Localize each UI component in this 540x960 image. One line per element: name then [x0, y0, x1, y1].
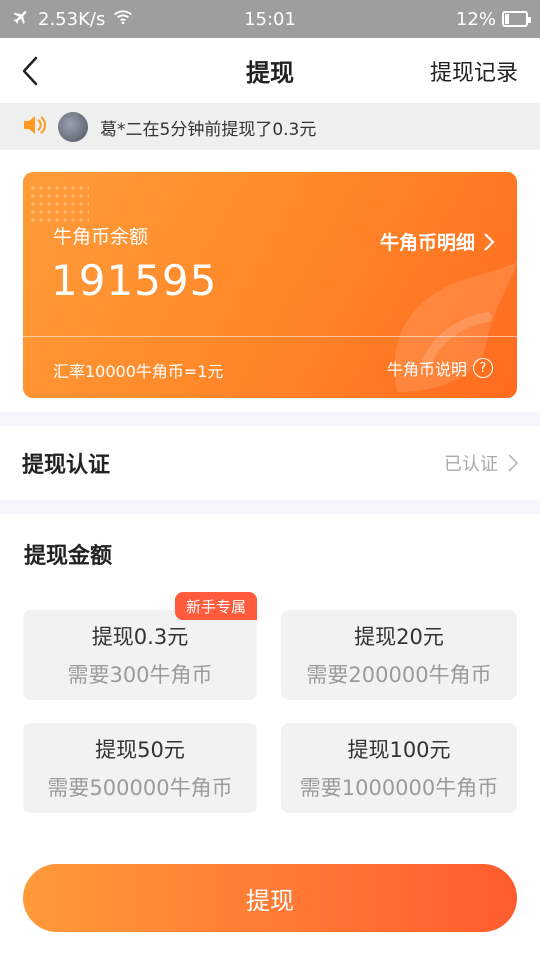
option-cost: 需要200000牛角币	[306, 663, 492, 687]
newbie-badge: 新手专属	[174, 592, 257, 620]
chevron-left-icon	[22, 56, 38, 85]
withdraw-submit-button[interactable]: 提现	[23, 864, 517, 932]
speaker-icon	[22, 114, 46, 141]
avatar	[58, 112, 88, 142]
coin-detail-label: 牛角币明细	[379, 232, 475, 254]
status-bar: 2.53K/s 15:01 12%	[0, 0, 540, 38]
airplane-icon	[12, 8, 30, 31]
amount-option-50[interactable]: 提现50元 需要500000牛角币	[23, 723, 257, 813]
amount-option-20[interactable]: 提现20元 需要200000牛角币	[281, 610, 517, 700]
battery-level: 12%	[455, 8, 496, 30]
back-button[interactable]	[0, 38, 60, 104]
withdraw-record-link[interactable]: 提现记录	[430, 55, 518, 87]
amount-options: 新手专属 提现0.3元 需要300牛角币 提现20元 需要200000牛角币 提…	[0, 592, 540, 813]
battery-icon	[502, 11, 531, 27]
coin-explain-label: 牛角币说明	[386, 360, 467, 379]
amount-title: 提现金额	[24, 544, 113, 569]
amount-option-0-3[interactable]: 新手专属 提现0.3元 需要300牛角币	[23, 592, 257, 700]
verify-label: 提现认证	[22, 453, 111, 478]
option-cost: 需要1000000牛角币	[299, 776, 499, 800]
exchange-rate: 汇率10000牛角币=1元	[53, 362, 224, 381]
balance-card: 牛角币余额 191595 牛角币明细 汇率10000牛角币=1元 牛角币说明 ?	[23, 172, 517, 398]
coin-explain-link[interactable]: 牛角币说明 ?	[387, 356, 493, 380]
notice-bar: 葛*二在5分钟前提现了0.3元	[0, 104, 540, 150]
dot-pattern	[29, 184, 89, 224]
balance-label: 牛角币余额	[53, 226, 149, 248]
option-cost: 需要500000牛角币	[47, 776, 233, 800]
option-label: 提现0.3元	[91, 625, 189, 649]
network-speed: 2.53K/s	[38, 8, 106, 30]
chevron-right-icon	[484, 232, 495, 251]
wifi-icon	[113, 9, 133, 30]
section-separator	[0, 500, 540, 514]
question-icon: ?	[473, 358, 493, 378]
option-label: 提现20元	[354, 625, 444, 649]
option-label: 提现100元	[347, 738, 451, 762]
notice-text: 葛*二在5分钟前提现了0.3元	[100, 119, 317, 140]
option-label: 提现50元	[95, 738, 185, 762]
withdraw-verify-row[interactable]: 提现认证 已认证	[0, 426, 540, 500]
verify-status: 已认证	[444, 450, 518, 476]
section-separator	[0, 412, 540, 426]
balance-value: 191595	[51, 256, 218, 305]
verify-status-text: 已认证	[444, 454, 498, 475]
divider	[23, 336, 517, 337]
option-cost: 需要300牛角币	[67, 663, 213, 687]
nav-bar: 提现 提现记录	[0, 38, 540, 104]
chevron-right-icon	[508, 454, 518, 472]
coin-detail-link[interactable]: 牛角币明细	[380, 228, 495, 255]
amount-option-100[interactable]: 提现100元 需要1000000牛角币	[281, 723, 517, 813]
